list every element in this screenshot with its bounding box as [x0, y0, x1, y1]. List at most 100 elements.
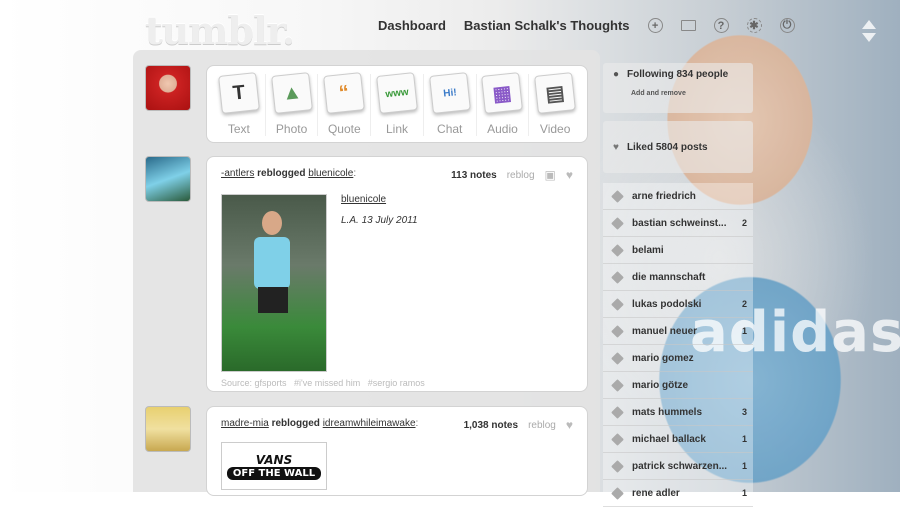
- tag-icon: [611, 216, 624, 230]
- tag-name: mario gomez: [632, 352, 694, 364]
- post-tags[interactable]: Source: gfsports #i've missed him #sergi…: [207, 372, 587, 388]
- new-post-bar: T Text ▲ Photo “ Quote www Link Hi! Chat ▦ Audio ▤ Vi…: [206, 65, 588, 143]
- like-heart-icon[interactable]: ♥: [566, 418, 573, 432]
- tracked-tag-item[interactable]: bastian schweinst... 2: [603, 210, 753, 237]
- tag-icon: [611, 297, 624, 311]
- post-type-link-button[interactable]: www Link: [371, 72, 423, 136]
- photo-icon: ▲: [270, 72, 313, 114]
- notes-count[interactable]: 1,038 notes: [464, 420, 518, 431]
- liked-link[interactable]: Liked 5804 posts: [627, 142, 708, 153]
- tag-icon: [611, 432, 624, 446]
- tumblr-logo[interactable]: tumblr.: [145, 8, 295, 53]
- tag-name: belami: [632, 244, 664, 256]
- post-type-label: Quote: [327, 122, 361, 136]
- plus-icon[interactable]: +: [647, 18, 663, 33]
- post-type-audio-button[interactable]: ▦ Audio: [477, 72, 529, 136]
- gear-icon[interactable]: ✱: [746, 18, 762, 33]
- avatar-madre-mia[interactable]: [145, 406, 191, 452]
- post-type-label: Photo: [275, 122, 308, 136]
- tag-name: die mannschaft: [632, 271, 706, 283]
- tracked-tag-item[interactable]: mario gomez: [603, 345, 753, 372]
- scroll-down-icon[interactable]: [862, 33, 876, 42]
- dashboard-link[interactable]: Dashboard: [378, 18, 446, 33]
- tag-name: mats hummels: [632, 406, 703, 418]
- tag-icon: [611, 243, 624, 257]
- avatar-antlers[interactable]: [145, 156, 191, 202]
- following-box[interactable]: ● Following 834 people Add and remove: [603, 63, 753, 113]
- post-type-label: Text: [227, 122, 250, 136]
- tag-icon: [611, 459, 624, 473]
- tag-count: 2: [741, 299, 747, 309]
- post-type-chat-button[interactable]: Hi! Chat: [424, 72, 476, 136]
- post-type-text-button[interactable]: T Text: [213, 72, 265, 136]
- tag-icon: [611, 378, 624, 392]
- following-link[interactable]: Following 834 people: [627, 69, 728, 80]
- post-type-label: Video: [539, 122, 571, 136]
- liked-box[interactable]: ♥ Liked 5804 posts: [603, 121, 753, 173]
- scroll-up-icon[interactable]: [862, 20, 876, 29]
- power-icon[interactable]: ⏻: [779, 18, 795, 33]
- reblog-button[interactable]: reblog: [507, 170, 535, 181]
- text-icon: T: [217, 72, 260, 114]
- post-photo[interactable]: [221, 194, 327, 372]
- add-remove-link[interactable]: Add and remove: [631, 90, 743, 97]
- caption-user-link[interactable]: bluenicole: [341, 194, 418, 205]
- video-icon: ▤: [534, 72, 577, 114]
- tracked-tag-item[interactable]: mario götze: [603, 372, 753, 399]
- post-type-quote-button[interactable]: “ Quote: [318, 72, 370, 136]
- tracked-tag-item[interactable]: rene adler 1: [603, 480, 753, 507]
- reblog-button[interactable]: reblog: [528, 420, 556, 431]
- post-photo[interactable]: VANS OFF THE WALL: [221, 442, 327, 490]
- tag-icon: [611, 270, 624, 284]
- tag-count: 1: [741, 461, 747, 471]
- tag-name: arne friedrich: [632, 190, 696, 202]
- tracked-tag-item[interactable]: die mannschaft: [603, 264, 753, 291]
- tracked-tag-item[interactable]: manuel neuer 1: [603, 318, 753, 345]
- tracked-tag-item[interactable]: patrick schwarzen... 1: [603, 453, 753, 480]
- reblog-source-link[interactable]: bluenicole: [308, 168, 353, 179]
- tag-count: 3: [741, 407, 747, 417]
- tracked-tag-item[interactable]: lukas podolski 2: [603, 291, 753, 318]
- tag-count: 1: [741, 488, 747, 498]
- mail-icon[interactable]: [680, 20, 696, 31]
- tag-icon: [611, 405, 624, 419]
- tag-icon: [611, 351, 624, 365]
- post-type-label: Chat: [437, 122, 463, 136]
- post-type-photo-button[interactable]: ▲ Photo: [266, 72, 318, 136]
- tracked-tag-item[interactable]: arne friedrich: [603, 183, 753, 210]
- post-type-video-button[interactable]: ▤ Video: [529, 72, 581, 136]
- tracked-tag-item[interactable]: michael ballack 1: [603, 426, 753, 453]
- chat-icon: Hi!: [428, 72, 471, 114]
- tag-name: patrick schwarzen...: [632, 460, 728, 472]
- tag-count: 1: [741, 434, 747, 444]
- audio-icon: ▦: [481, 72, 524, 114]
- post-action: reblogged: [271, 418, 320, 429]
- vans-logo-subtext: OFF THE WALL: [226, 466, 322, 480]
- top-navigation: Dashboard Bastian Schalk's Thoughts + ? …: [378, 18, 795, 33]
- scroll-controls[interactable]: [862, 20, 876, 42]
- like-heart-icon[interactable]: ♥: [566, 168, 573, 182]
- tag-name: manuel neuer: [632, 325, 698, 337]
- reblog-source-link[interactable]: idreamwhileimawake: [323, 418, 416, 429]
- post-action: reblogged: [257, 168, 306, 179]
- post-card: madre-mia reblogged idreamwhileimawake: …: [206, 406, 588, 496]
- tracked-tags-list: arne friedrich bastian schweinst... 2 belam…: [603, 183, 753, 507]
- notes-count[interactable]: 113 notes: [451, 170, 497, 181]
- tag-icon: [611, 189, 624, 203]
- post-author-link[interactable]: -antlers: [221, 168, 254, 179]
- camera-icon[interactable]: ▣: [545, 168, 556, 182]
- tag-count: 1: [741, 326, 747, 336]
- tag-name: lukas podolski: [632, 298, 702, 310]
- tag-count: 2: [741, 218, 747, 228]
- help-icon[interactable]: ?: [713, 18, 729, 33]
- avatar[interactable]: [145, 65, 191, 111]
- tag-name: bastian schweinst...: [632, 217, 727, 229]
- tag-icon: [611, 324, 624, 338]
- post-author-link[interactable]: madre-mia: [221, 418, 269, 429]
- vans-logo-text: VANS: [255, 452, 293, 467]
- post-type-label: Audio: [487, 122, 518, 136]
- tracked-tag-item[interactable]: mats hummels 3: [603, 399, 753, 426]
- person-icon: ●: [613, 69, 620, 80]
- tracked-tag-item[interactable]: belami: [603, 237, 753, 264]
- blog-link[interactable]: Bastian Schalk's Thoughts: [464, 18, 630, 33]
